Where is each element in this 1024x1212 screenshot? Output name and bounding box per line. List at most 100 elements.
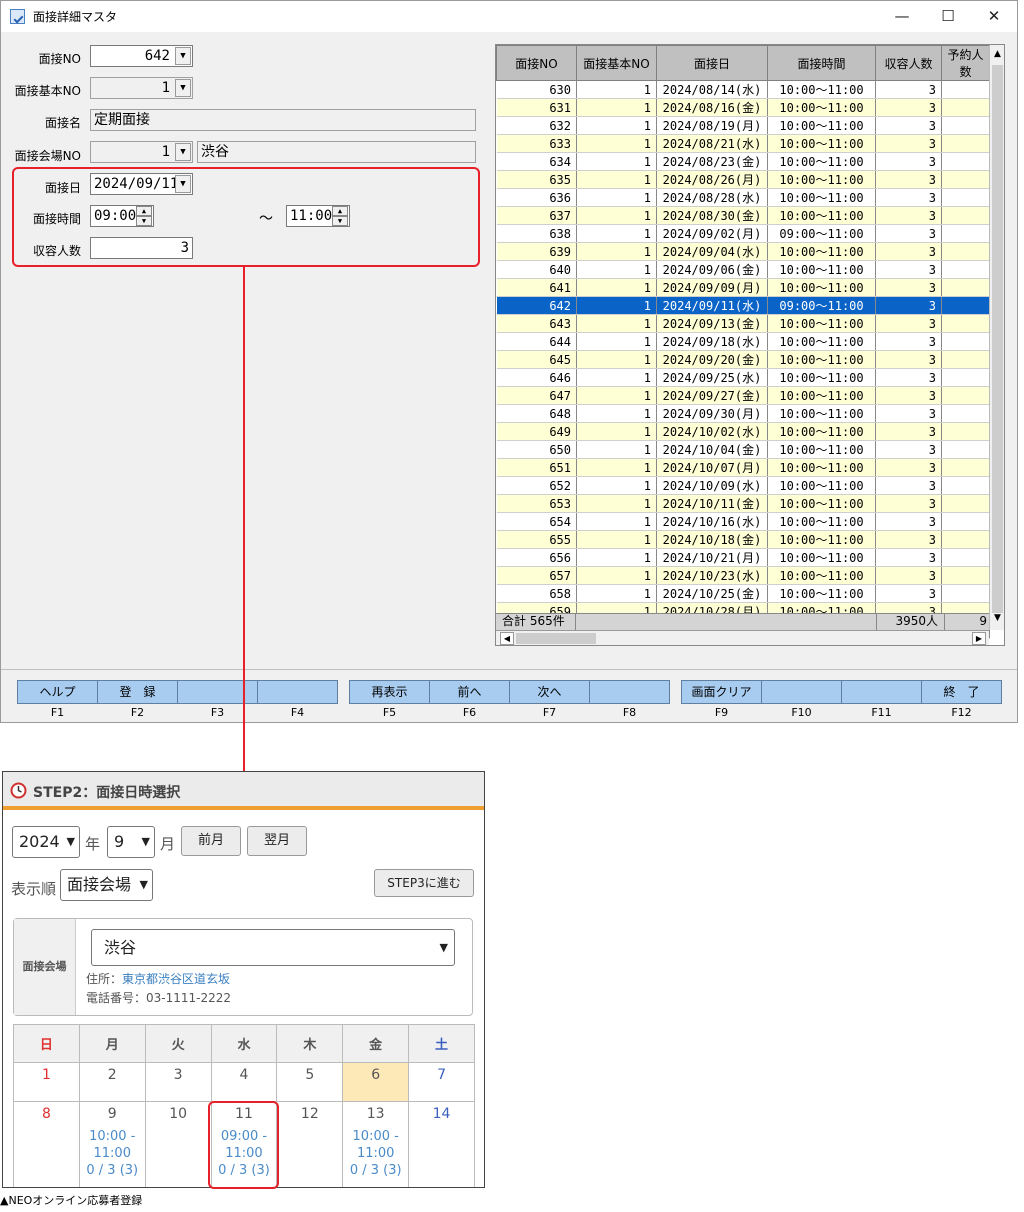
venue-panel: 面接会場 渋谷 ▼ 住所：東京都渋谷区道玄坂 電話番号：03-1111-2222 — [13, 918, 473, 1016]
step3-button[interactable]: STEP3に進む — [374, 869, 474, 897]
table-cell: 657 — [496, 566, 577, 585]
venue-select[interactable]: 渋谷 ▼ — [91, 929, 455, 966]
day-cell-today: 6 — [342, 1062, 410, 1102]
next-month-button[interactable]: 翌月 — [247, 826, 307, 856]
table-row[interactable]: 632 1 2024/08/19(月) 10:00～11:00 3 — [496, 116, 990, 135]
vertical-scrollbar[interactable]: ▲ ▼ — [989, 45, 1004, 630]
table-row-selected[interactable]: 642 1 2024/09/11(水) 09:00～11:00 3 — [496, 296, 990, 315]
fkey-button-f11[interactable] — [841, 680, 922, 704]
table-row[interactable]: 637 1 2024/08/30(金) 10:00～11:00 3 — [496, 206, 990, 225]
fkey-button-f10[interactable] — [761, 680, 842, 704]
grid-column-header[interactable]: 面接NO — [496, 45, 577, 81]
table-row[interactable]: 631 1 2024/08/16(金) 10:00～11:00 3 — [496, 98, 990, 117]
fkey-button-f12[interactable]: 終 了 — [921, 680, 1002, 704]
table-cell — [941, 152, 990, 171]
scroll-right-icon[interactable]: ▶ — [972, 632, 986, 645]
table-row[interactable]: 649 1 2024/10/02(水) 10:00～11:00 3 — [496, 422, 990, 441]
table-row[interactable]: 645 1 2024/09/20(金) 10:00～11:00 3 — [496, 350, 990, 369]
address-link[interactable]: 東京都渋谷区道玄坂 — [122, 972, 230, 986]
prev-month-button[interactable]: 前月 — [181, 826, 241, 856]
fkey-button-f8[interactable] — [589, 680, 670, 704]
venue-no-value: 1 — [161, 144, 170, 160]
table-cell: 632 — [496, 116, 577, 135]
time-slot[interactable]: 10:00 - 11:00 0 / 3 (3) — [80, 1128, 145, 1179]
table-row[interactable]: 657 1 2024/10/23(水) 10:00～11:00 3 — [496, 566, 990, 585]
fkey-button-f7[interactable]: 次へ — [509, 680, 590, 704]
minimize-button[interactable]: — — [879, 1, 925, 32]
table-row[interactable]: 643 1 2024/09/13(金) 10:00～11:00 3 — [496, 314, 990, 333]
table-row[interactable]: 655 1 2024/10/18(金) 10:00～11:00 3 — [496, 530, 990, 549]
table-cell: 10:00～11:00 — [767, 584, 876, 603]
fkey-button-f1[interactable]: ヘルプ — [17, 680, 98, 704]
maximize-button[interactable]: ☐ — [925, 1, 971, 32]
table-cell — [941, 116, 990, 135]
table-cell: 643 — [496, 314, 577, 333]
table-cell: 2024/10/07(月) — [656, 458, 768, 477]
chevron-down-icon[interactable]: ▼ — [175, 47, 191, 65]
fkey-button-f5[interactable]: 再表示 — [349, 680, 430, 704]
table-row[interactable]: 634 1 2024/08/23(金) 10:00～11:00 3 — [496, 152, 990, 171]
table-cell: 645 — [496, 350, 577, 369]
table-row[interactable]: 651 1 2024/10/07(月) 10:00～11:00 3 — [496, 458, 990, 477]
scroll-thumb[interactable] — [992, 65, 1003, 613]
time-slot[interactable]: 10:00 - 11:00 0 / 3 (3) — [343, 1128, 408, 1179]
year-select[interactable]: 2024 ▼ — [12, 826, 80, 858]
horizontal-scrollbar[interactable]: ◀ ▶ — [496, 630, 989, 645]
fkey-button-f6[interactable]: 前へ — [429, 680, 510, 704]
day-cell-slot[interactable]: 13 10:00 - 11:00 0 / 3 (3) — [342, 1101, 410, 1187]
table-row[interactable]: 658 1 2024/10/25(金) 10:00～11:00 3 — [496, 584, 990, 603]
table-row[interactable]: 630 1 2024/08/14(水) 10:00～11:00 3 — [496, 80, 990, 99]
table-row[interactable]: 635 1 2024/08/26(月) 10:00～11:00 3 — [496, 170, 990, 189]
grid-column-header[interactable]: 面接基本NO — [576, 45, 657, 81]
name-label: 面接名 — [44, 116, 81, 130]
table-row[interactable]: 653 1 2024/10/11(金) 10:00～11:00 3 — [496, 494, 990, 513]
table-row[interactable]: 648 1 2024/09/30(月) 10:00～11:00 3 — [496, 404, 990, 423]
table-cell: 2024/08/23(金) — [656, 152, 768, 171]
table-row[interactable]: 638 1 2024/09/02(月) 09:00～11:00 3 — [496, 224, 990, 243]
interview-grid[interactable]: 面接NO 面接基本NO 面接日 面接時間 収容人数 予約人数 630 1 2024/08/14… — [495, 44, 1005, 646]
table-row[interactable]: 640 1 2024/09/06(金) 10:00～11:00 3 — [496, 260, 990, 279]
interview-no-field[interactable]: 642 ▼ — [90, 45, 193, 67]
table-cell: 3 — [875, 116, 942, 135]
day-number: 13 — [366, 1106, 385, 1122]
fkey-label-f5: F5 — [382, 706, 397, 719]
day-cell-slot[interactable]: 9 10:00 - 11:00 0 / 3 (3) — [78, 1101, 146, 1187]
table-row[interactable]: 639 1 2024/09/04(水) 10:00～11:00 3 — [496, 242, 990, 261]
step-title: STEP2：面接日時選択 — [33, 785, 181, 801]
table-cell — [941, 440, 990, 459]
slot-end: 11:00 — [93, 1146, 131, 1161]
table-row[interactable]: 656 1 2024/10/21(月) 10:00～11:00 3 — [496, 548, 990, 567]
grid-column-header[interactable]: 面接時間 — [767, 45, 876, 81]
table-row[interactable]: 646 1 2024/09/25(水) 10:00～11:00 3 — [496, 368, 990, 387]
table-row[interactable]: 633 1 2024/08/21(水) 10:00～11:00 3 — [496, 134, 990, 153]
grid-column-header[interactable]: 面接日 — [656, 45, 768, 81]
table-cell: 2024/09/04(水) — [656, 242, 768, 261]
fkey-button-f2[interactable]: 登 録 — [97, 680, 178, 704]
table-row[interactable]: 652 1 2024/10/09(水) 10:00～11:00 3 — [496, 476, 990, 495]
table-row[interactable]: 647 1 2024/09/27(金) 10:00～11:00 3 — [496, 386, 990, 405]
table-row[interactable]: 650 1 2024/10/04(金) 10:00～11:00 3 — [496, 440, 990, 459]
day-cell: 1 — [13, 1062, 80, 1102]
fkey-button-f9[interactable]: 画面クリア — [681, 680, 762, 704]
table-row[interactable]: 641 1 2024/09/09(月) 10:00～11:00 3 — [496, 278, 990, 297]
table-cell: 640 — [496, 260, 577, 279]
scroll-thumb[interactable] — [516, 633, 596, 644]
table-cell: 10:00～11:00 — [767, 512, 876, 531]
grid-column-header[interactable]: 予約人数 — [941, 45, 990, 81]
fkey-button-f3[interactable] — [177, 680, 258, 704]
scroll-down-icon[interactable]: ▼ — [991, 613, 1004, 625]
table-cell: 1 — [576, 440, 657, 459]
scroll-left-icon[interactable]: ◀ — [500, 632, 514, 645]
interview-no-label: 面接NO — [38, 52, 81, 66]
grid-column-header[interactable]: 収容人数 — [875, 45, 942, 81]
fkey-button-f4[interactable] — [257, 680, 338, 704]
scroll-up-icon[interactable]: ▲ — [991, 49, 1004, 61]
close-button[interactable]: ✕ — [971, 1, 1017, 32]
table-row[interactable]: 644 1 2024/09/18(水) 10:00～11:00 3 — [496, 332, 990, 351]
order-select[interactable]: 面接会場 ▼ — [60, 869, 153, 901]
month-select[interactable]: 9 ▼ — [107, 826, 155, 858]
table-cell: 2024/09/18(水) — [656, 332, 768, 351]
chevron-down-icon: ▼ — [66, 835, 75, 848]
table-row[interactable]: 636 1 2024/08/28(水) 10:00～11:00 3 — [496, 188, 990, 207]
table-row[interactable]: 654 1 2024/10/16(水) 10:00～11:00 3 — [496, 512, 990, 531]
